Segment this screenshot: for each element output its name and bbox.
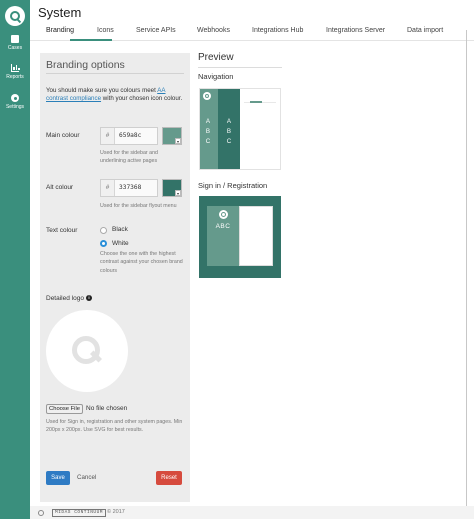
main-colour-bar: A B C: [200, 89, 218, 169]
reset-button[interactable]: Reset: [156, 471, 182, 485]
choose-file-button[interactable]: Choose File: [46, 404, 83, 414]
radio-black-label[interactable]: Black: [112, 226, 128, 233]
preview-letter: C: [205, 138, 211, 145]
sidebar-item-cases[interactable]: Cases: [0, 35, 30, 51]
preview-letter: B: [226, 128, 232, 135]
tab-webhooks[interactable]: Webhooks: [197, 27, 230, 34]
preview-active-underline: [250, 101, 262, 103]
navigation-preview: A B C A B C: [199, 88, 281, 170]
preview-text: ABC: [215, 223, 231, 230]
alt-colour-bar: A B C: [218, 89, 240, 169]
chevron-down-icon[interactable]: [175, 190, 181, 196]
main-colour-value: 659a8c: [119, 132, 142, 139]
main-colour-label: Main colour: [46, 132, 80, 139]
detailed-logo-text: Detailed logo: [46, 295, 84, 302]
sidebar-item-reports[interactable]: Reports: [0, 64, 30, 80]
app-logo[interactable]: [5, 6, 25, 26]
info-icon[interactable]: i: [85, 295, 92, 301]
chevron-down-icon[interactable]: [175, 138, 181, 144]
alt-colour-value: 337368: [119, 184, 142, 191]
navigation-label: Navigation: [198, 72, 234, 81]
sidebar: Cases Reports Settings: [0, 0, 30, 519]
alt-colour-input[interactable]: # 337368: [100, 179, 158, 197]
preview-letter: A: [205, 118, 211, 125]
save-button[interactable]: Save: [46, 471, 70, 485]
footer-copyright: © 2017: [107, 509, 125, 515]
sidebar-item-label: Reports: [6, 74, 24, 80]
footer-brand: MIDAS CONTINUUM: [52, 509, 107, 517]
panel-title: Branding options: [46, 59, 125, 71]
radio-white[interactable]: [100, 240, 107, 247]
logo-preview: [46, 310, 128, 392]
scrollbar[interactable]: [466, 30, 467, 510]
cases-icon: [11, 35, 19, 43]
sidebar-item-settings[interactable]: Settings: [0, 94, 30, 110]
tab-integrations-hub[interactable]: Integrations Hub: [252, 27, 303, 34]
page-title: System: [38, 5, 82, 20]
preview-letter: C: [226, 138, 232, 145]
file-status: No file chosen: [86, 405, 128, 412]
tab-data-import[interactable]: Data import: [407, 27, 443, 34]
preview-letter: A: [226, 118, 232, 125]
radio-black[interactable]: [100, 227, 107, 234]
preview-title: Preview: [198, 52, 234, 63]
alt-colour-label: Alt colour: [46, 184, 74, 191]
signin-form-area: [239, 206, 273, 266]
tab-service-apis[interactable]: Service APIs: [136, 27, 176, 34]
hash-prefix: #: [101, 128, 115, 144]
preview-divider: [198, 67, 282, 68]
logo-placeholder-icon: [72, 336, 100, 364]
branding-panel: Branding options You should make sure yo…: [40, 53, 190, 502]
sidebar-item-label: Cases: [7, 45, 23, 51]
preview-letter: B: [205, 128, 211, 135]
hash-prefix: #: [101, 180, 115, 196]
main-colour-input[interactable]: # 659a8c: [100, 127, 158, 145]
reports-icon: [11, 64, 20, 72]
active-tab-indicator: [70, 39, 112, 41]
text-colour-label: Text colour: [46, 227, 78, 234]
signin-preview: ABC: [199, 196, 281, 278]
signin-brand-card: ABC: [207, 206, 239, 266]
tab-integrations-server[interactable]: Integrations Server: [326, 27, 385, 34]
logo-help: Used for Sign in, registration and other…: [46, 419, 183, 434]
contrast-warning: You should make sure you colours meet AA…: [46, 87, 186, 103]
text-colour-help: Choose the one with the highest contrast…: [100, 251, 183, 274]
sidebar-item-label: Settings: [5, 104, 25, 110]
signin-label: Sign in / Registration: [198, 181, 268, 190]
panel-divider: [46, 73, 184, 74]
settings-icon: [11, 94, 19, 102]
tab-branding[interactable]: Branding: [46, 27, 74, 34]
footer: MIDAS CONTINUUM © 2017: [30, 506, 474, 519]
cancel-button[interactable]: Cancel: [77, 474, 96, 481]
alt-colour-swatch[interactable]: [162, 179, 182, 197]
tab-bar: Branding Icons Service APIs Webhooks Int…: [30, 23, 474, 41]
mini-logo-icon: [219, 210, 228, 219]
help-icon[interactable]: [38, 509, 44, 516]
detailed-logo-label: Detailed logo i: [46, 295, 92, 302]
warning-text-end: with your chosen icon colour.: [101, 95, 183, 103]
radio-white-label[interactable]: White: [112, 240, 129, 247]
tab-icons[interactable]: Icons: [97, 27, 114, 34]
alt-colour-help: Used for the sidebar flyout menu: [100, 203, 177, 209]
mini-logo-icon: [203, 92, 211, 100]
logo-q-icon: [10, 11, 20, 21]
warning-text: You should make sure you colours meet: [46, 87, 158, 94]
main-colour-help: Used for the sidebar and underlining act…: [100, 150, 159, 165]
main-colour-swatch[interactable]: [162, 127, 182, 145]
